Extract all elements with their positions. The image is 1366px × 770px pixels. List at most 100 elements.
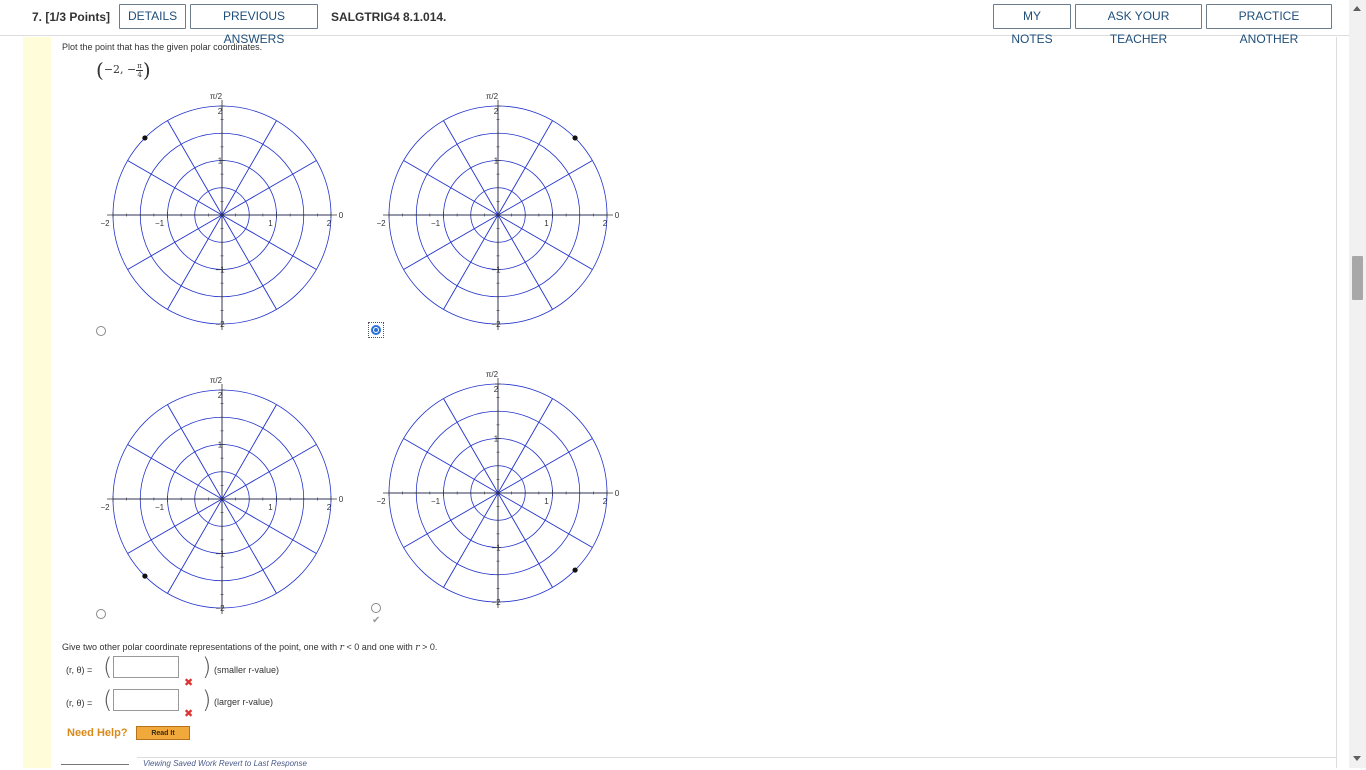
grid-ray — [127, 214, 223, 270]
tick-label-neg2: −2 — [100, 219, 110, 228]
polar-plot-option-4: −2 −1 1 2 2 1 −1 −2 π/2 0 — [376, 370, 620, 608]
instruction-text-2: < 0 and one with — [343, 642, 416, 652]
grid-ray — [443, 492, 499, 588]
tick-label-vpos2: 2 — [218, 107, 223, 116]
tick-label-pos2: 2 — [327, 503, 332, 512]
plotted-point — [142, 573, 148, 579]
tick-label-vneg2: −2 — [491, 598, 501, 607]
tick-label-vneg2: −2 — [215, 320, 225, 329]
grid-ray — [127, 160, 223, 216]
answer-2-input[interactable] — [113, 689, 179, 711]
tick-label-vpos1: 1 — [218, 441, 223, 450]
tick-label-pos2: 2 — [603, 497, 608, 506]
tick-label-pos1: 1 — [544, 497, 549, 506]
grid-ray — [167, 404, 223, 500]
grid-ray — [497, 120, 553, 216]
coord-denominator: 4 — [137, 70, 142, 79]
tick-label-pos1: 1 — [268, 503, 273, 512]
tick-label-vneg1: −1 — [215, 550, 225, 559]
answer-1-input[interactable] — [113, 656, 179, 678]
tick-label-vpos1: 1 — [494, 435, 499, 444]
tick-label-neg2: −2 — [100, 503, 110, 512]
ask-your-teacher-button[interactable]: ASK YOUR TEACHER — [1075, 4, 1202, 46]
grid-ray — [167, 120, 223, 216]
answer-2-label: (r, θ) = — [66, 698, 93, 708]
practice-another-button[interactable]: PRACTICE ANOTHER — [1206, 4, 1332, 46]
angle-label-zero: 0 — [615, 489, 620, 498]
grid-ray — [403, 160, 499, 216]
answer-1-label: (r, θ) = — [66, 665, 93, 675]
page-scrollbar[interactable] — [1349, 0, 1366, 768]
answer-1-wrong-icon: ✖ — [184, 676, 194, 689]
polar-plot-option-2: −2 −1 1 2 2 1 −1 −2 π/2 0 — [376, 92, 620, 330]
coord-fraction: π4 — [136, 62, 143, 79]
details-button[interactable]: DETAILS — [119, 4, 186, 29]
option-1-radio[interactable] — [96, 326, 106, 336]
grid-ray — [497, 214, 553, 310]
previous-answers-button[interactable]: PREVIOUS ANSWERS — [190, 4, 318, 46]
grid-ray — [127, 444, 223, 500]
tick-label-neg2: −2 — [376, 497, 386, 506]
bottom-tab-edge — [61, 764, 129, 768]
plotted-point — [142, 135, 148, 141]
option-2-radio[interactable] — [371, 325, 381, 335]
answer-1-open-paren: ( — [103, 653, 113, 681]
answer-2-close-paren: ) — [202, 686, 212, 714]
tick-label-vneg2: −2 — [491, 320, 501, 329]
grid-ray — [167, 498, 223, 594]
grid-ray — [221, 444, 317, 500]
question-code: SALGTRIG4 8.1.014. — [331, 10, 447, 24]
plotted-point — [572, 135, 578, 141]
tick-label-vpos1: 1 — [218, 157, 223, 166]
tick-label-neg1: −1 — [431, 497, 441, 506]
polar-plot-option-1: −2 −1 1 2 2 1 −1 −2 π/2 0 — [100, 92, 344, 330]
grid-ray — [497, 160, 593, 216]
grid-ray — [497, 492, 553, 588]
tick-label-neg1: −1 — [155, 503, 165, 512]
tick-label-pos2: 2 — [603, 219, 608, 228]
tick-label-neg1: −1 — [431, 219, 441, 228]
need-help-label: Need Help? — [67, 727, 128, 739]
answer-1-hint: (smaller r-value) — [214, 665, 280, 675]
tick-label-vneg1: −1 — [215, 266, 225, 275]
angle-label-pi-over-2: π/2 — [486, 370, 499, 379]
correct-check-icon: ✔ — [372, 615, 381, 626]
scroll-thumb[interactable] — [1352, 256, 1363, 300]
tick-label-pos2: 2 — [327, 219, 332, 228]
read-it-button[interactable]: Read It — [136, 726, 190, 740]
grid-ray — [221, 498, 277, 594]
grid-ray — [167, 214, 223, 310]
angle-label-pi-over-2: π/2 — [486, 92, 499, 101]
question-header: 7. [1/3 Points] DETAILS PREVIOUS ANSWERS… — [0, 0, 1349, 46]
scroll-down-icon[interactable] — [1353, 756, 1361, 761]
option-4-radio[interactable] — [371, 603, 381, 613]
grid-ray — [497, 438, 593, 494]
close-paren: ) — [142, 58, 151, 82]
option-3-radio[interactable] — [96, 609, 106, 619]
angle-label-pi-over-2: π/2 — [210, 376, 223, 385]
angle-label-zero: 0 — [339, 211, 344, 220]
answer-2-wrong-icon: ✖ — [184, 707, 194, 720]
tick-label-vneg2: −2 — [215, 604, 225, 613]
tick-label-vpos1: 1 — [494, 157, 499, 166]
tick-label-vpos2: 2 — [494, 385, 499, 394]
coord-r: −2, − — [103, 63, 137, 76]
tick-label-neg1: −1 — [155, 219, 165, 228]
grid-ray — [221, 404, 277, 500]
tick-label-vpos2: 2 — [494, 107, 499, 116]
tick-label-vpos2: 2 — [218, 391, 223, 400]
grid-ray — [443, 398, 499, 494]
my-notes-button[interactable]: MY NOTES — [993, 4, 1071, 46]
grid-ray — [221, 120, 277, 216]
saved-work-bar[interactable]: Viewing Saved Work Revert to Last Respon… — [137, 757, 1337, 768]
answer-1-close-paren: ) — [202, 653, 212, 681]
instruction-text-1: Give two other polar coordinate represen… — [62, 642, 340, 652]
tick-label-vneg1: −1 — [491, 266, 501, 275]
angle-label-pi-over-2: π/2 — [210, 92, 223, 101]
grid-ray — [403, 214, 499, 270]
question-title: 7. [1/3 Points] — [32, 10, 111, 24]
tick-label-pos1: 1 — [544, 219, 549, 228]
scroll-up-icon[interactable] — [1353, 6, 1361, 11]
polar-plot-option-3: −2 −1 1 2 2 1 −1 −2 π/2 0 — [100, 376, 344, 614]
coord-numerator: π — [136, 61, 143, 71]
